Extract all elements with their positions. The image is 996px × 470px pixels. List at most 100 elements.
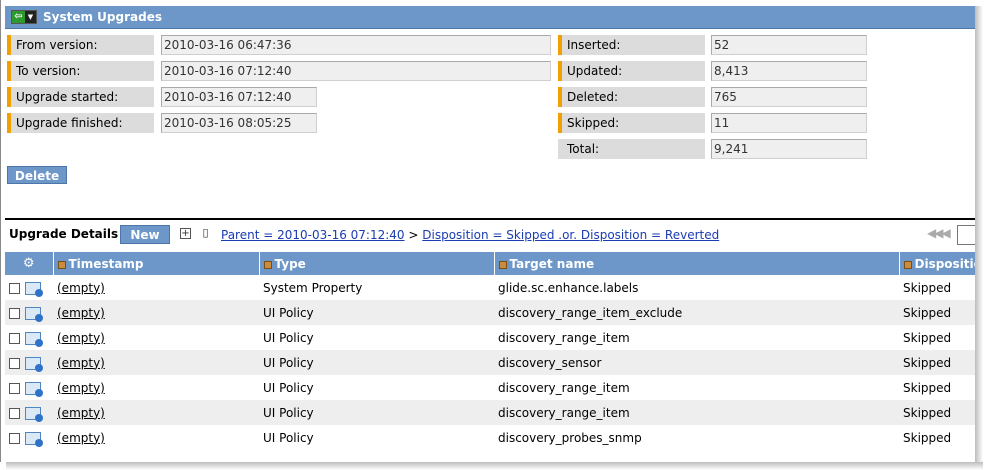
timestamp-cell: (empty) — [53, 400, 259, 425]
upgrade-started-label: Upgrade started: — [7, 87, 154, 107]
table-row: (empty) UI Policy discovery_range_item S… — [5, 375, 975, 400]
row-controls — [5, 350, 53, 375]
skipped-label: Skipped: — [558, 113, 705, 133]
row-checkbox[interactable] — [9, 357, 20, 369]
collapse-icon[interactable]: ▯ — [200, 227, 211, 239]
timestamp-cell: (empty) — [53, 300, 259, 325]
timestamp-cell: (empty) — [53, 275, 259, 300]
table-row: (empty) UI Policy discovery_range_item S… — [5, 400, 975, 425]
disposition-cell: Skipped — [899, 350, 975, 375]
back-arrow-icon[interactable]: ⇦ — [12, 11, 25, 23]
sort-icon — [57, 260, 66, 269]
row-checkbox[interactable] — [9, 432, 20, 444]
frame-shadow-right — [975, 6, 983, 462]
disposition-cell: Skipped — [903, 330, 952, 345]
row-checkbox[interactable] — [9, 307, 20, 319]
target-cell: glide.sc.enhance.labels — [498, 280, 639, 295]
inserted-label: Inserted: — [558, 35, 705, 55]
record-preview-icon[interactable] — [25, 281, 43, 297]
updated-field[interactable]: 8,413 — [711, 61, 867, 81]
disposition-cell: Skipped — [903, 380, 952, 395]
upgrade-finished-label: Upgrade finished: — [7, 113, 154, 133]
total-field[interactable]: 9,241 — [711, 139, 867, 159]
row-controls — [5, 375, 53, 400]
target-cell: discovery_range_item — [494, 400, 899, 425]
upgrade-finished-field[interactable]: 2010-03-16 08:05:25 — [161, 113, 317, 133]
target-cell: discovery_range_item — [498, 380, 630, 395]
updated-label: Updated: — [558, 61, 705, 81]
column-settings-header[interactable]: ⚙ — [5, 252, 54, 275]
gear-icon[interactable]: ⚙ — [23, 256, 35, 271]
column-header-label: Target name — [509, 256, 595, 271]
column-header-label: Timestamp — [68, 256, 144, 271]
page-number-input[interactable] — [957, 225, 975, 245]
table-header-row: ⚙ Timestamp Type Target name Disposition — [5, 252, 975, 275]
column-header-disposition[interactable]: Disposition — [899, 252, 975, 275]
window-frame: ⇦ ▼ System Upgrades From version: 2010-0… — [0, 0, 975, 462]
type-cell: UI Policy — [259, 350, 494, 375]
column-header-label: Disposition — [914, 256, 976, 271]
row-checkbox[interactable] — [9, 282, 20, 294]
title-bar: ⇦ ▼ System Upgrades — [5, 6, 975, 29]
new-button[interactable]: New — [120, 225, 170, 244]
record-preview-icon[interactable] — [25, 381, 43, 397]
type-cell: UI Policy — [263, 430, 314, 445]
inserted-field[interactable]: 52 — [711, 35, 867, 55]
first-page-icon[interactable]: ◀◀◀ — [927, 226, 951, 240]
record-preview-icon[interactable] — [25, 356, 43, 372]
disposition-cell: Skipped — [899, 300, 975, 325]
from-version-field[interactable]: 2010-03-16 06:47:36 — [161, 35, 551, 55]
record-link[interactable]: (empty) — [57, 406, 105, 420]
record-link[interactable]: (empty) — [57, 306, 105, 320]
type-cell: UI Policy — [263, 380, 314, 395]
column-header-type[interactable]: Type — [259, 252, 495, 275]
frame-shadow-bottom — [6, 462, 983, 470]
row-checkbox[interactable] — [9, 332, 20, 344]
deleted-field[interactable]: 765 — [711, 87, 867, 107]
section-divider — [5, 218, 975, 220]
breadcrumb-filter-link[interactable]: Disposition = Skipped .or. Disposition =… — [422, 228, 719, 242]
from-version-label: From version: — [7, 35, 154, 55]
row-checkbox[interactable] — [9, 407, 20, 419]
chevron-down-icon[interactable]: ▼ — [25, 11, 36, 23]
column-header-target-name[interactable]: Target name — [494, 252, 900, 275]
timestamp-cell: (empty) — [53, 325, 259, 350]
record-link[interactable]: (empty) — [57, 431, 105, 445]
sort-icon — [263, 260, 272, 269]
expand-icon[interactable]: + — [180, 228, 191, 239]
target-cell: discovery_range_item — [498, 330, 630, 345]
record-preview-icon[interactable] — [25, 331, 43, 347]
column-header-timestamp[interactable]: Timestamp — [53, 252, 260, 275]
row-controls — [5, 425, 53, 450]
table-row: (empty) UI Policy discovery_probes_snmp … — [5, 425, 975, 450]
record-link[interactable]: (empty) — [57, 281, 105, 295]
record-preview-icon[interactable] — [25, 431, 43, 447]
record-preview-icon[interactable] — [25, 406, 43, 422]
target-cell: discovery_sensor — [494, 350, 899, 375]
record-link[interactable]: (empty) — [57, 356, 105, 370]
row-controls — [5, 300, 53, 325]
breadcrumb-separator: > — [408, 228, 419, 242]
type-cell: UI Policy — [263, 330, 314, 345]
row-controls — [5, 400, 53, 425]
record-link[interactable]: (empty) — [57, 331, 105, 345]
delete-button[interactable]: Delete — [7, 166, 67, 184]
deleted-label: Deleted: — [558, 87, 705, 107]
timestamp-cell: (empty) — [53, 375, 259, 400]
related-list-title: Upgrade Details — [9, 227, 119, 241]
sort-icon — [498, 260, 507, 269]
type-cell: UI Policy — [259, 400, 494, 425]
breadcrumb-parent-link[interactable]: Parent = 2010-03-16 07:12:40 — [221, 228, 405, 242]
record-preview-icon[interactable] — [25, 306, 43, 322]
sort-icon — [903, 260, 912, 269]
back-menu-button[interactable]: ⇦ ▼ — [11, 10, 37, 24]
table-row: (empty) UI Policy discovery_range_item_e… — [5, 300, 975, 325]
target-cell: discovery_probes_snmp — [498, 430, 642, 445]
row-checkbox[interactable] — [9, 382, 20, 394]
disposition-cell: Skipped — [903, 280, 952, 295]
skipped-field[interactable]: 11 — [711, 113, 867, 133]
to-version-field[interactable]: 2010-03-16 07:12:40 — [161, 61, 551, 81]
record-link[interactable]: (empty) — [57, 381, 105, 395]
upgrade-started-field[interactable]: 2010-03-16 07:12:40 — [161, 87, 317, 107]
row-controls — [5, 275, 53, 300]
